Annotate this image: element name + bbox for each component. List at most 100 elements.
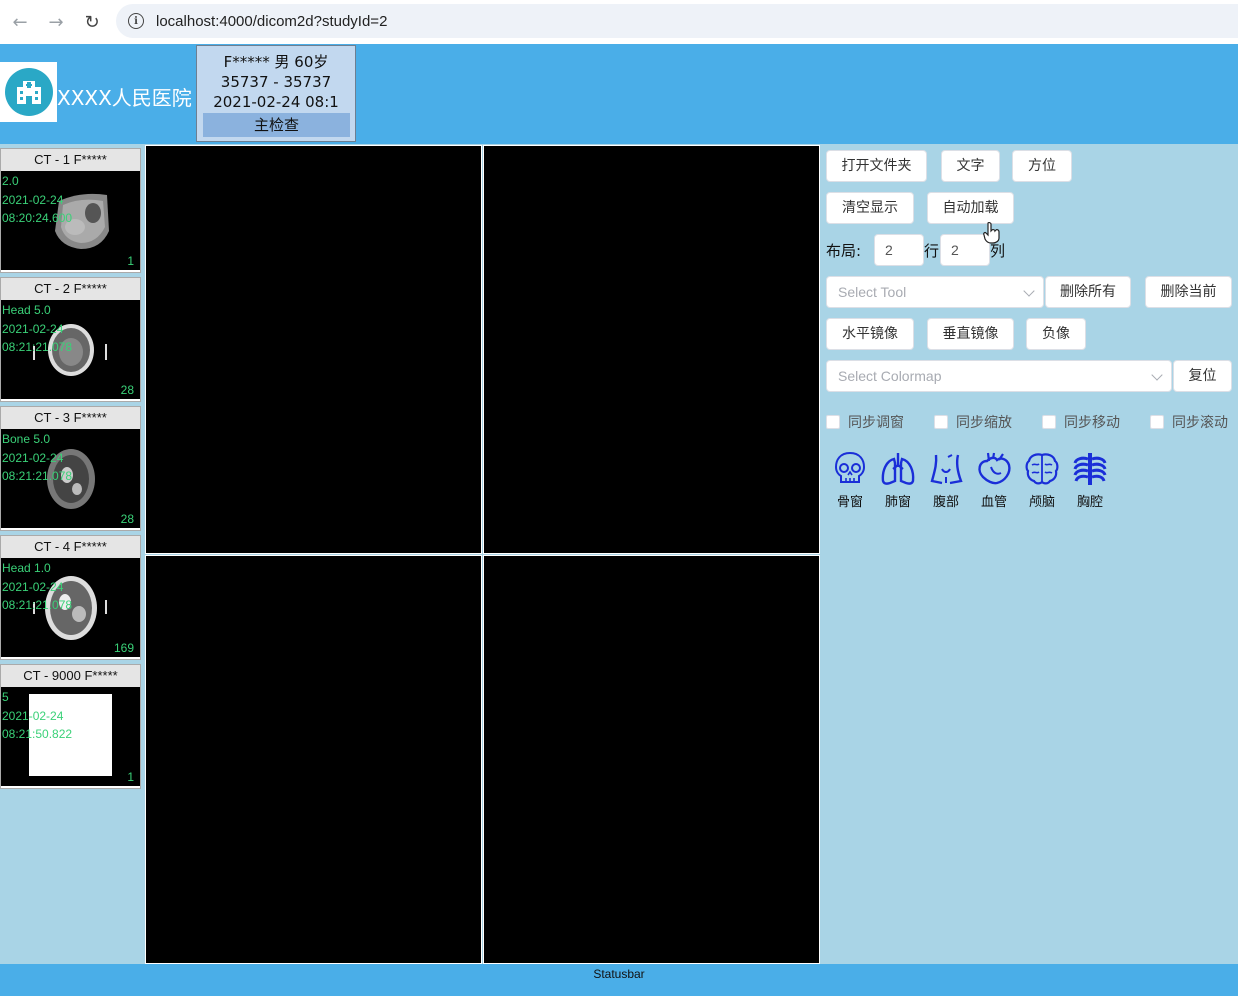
address-bar[interactable]: i localhost:4000/dicom2d?studyId=2 [116,4,1238,38]
control-panel: 打开文件夹 文字 方位 清空显示 自动加载 布局: 2 行 2 列 Select… [820,145,1238,964]
series-date: 2021-02-24 [2,451,64,465]
open-folder-button[interactable]: 打开文件夹 [826,150,927,182]
preset-bone[interactable]: 骨窗 [828,451,872,510]
series-thumbnail[interactable]: Head 1.0 2021-02-24 08:21:21.078 169 [1,558,140,657]
patient-info: F***** 男 60岁 [223,53,329,71]
preset-brain[interactable]: 颅脑 [1020,451,1064,510]
series-date: 2021-02-24 [2,322,64,336]
url-text[interactable]: localhost:4000/dicom2d?studyId=2 [156,13,387,30]
preset-chest[interactable]: 胸腔 [1068,451,1112,510]
series-image-count: 28 [120,383,134,397]
series-item[interactable]: CT - 1 F***** 2.0 2021-02-24 08:20:24.60… [0,148,141,273]
flip-vertical-button[interactable]: 垂直镜像 [927,318,1014,350]
series-item[interactable]: CT - 9000 F***** 5 2021-02-24 08:21:50.8… [0,664,141,789]
heart-icon [978,452,1011,485]
series-description: 5 [2,690,9,704]
sync-pan-option[interactable]: 同步移动 [1042,412,1120,432]
auto-load-button[interactable]: 自动加载 [927,192,1014,224]
back-icon[interactable]: ← [2,4,38,40]
study-datetime: 2021-02-24 08:1 [213,93,339,111]
patient-id: 35737 - 35737 [220,73,332,91]
invert-button[interactable]: 负像 [1026,318,1086,350]
sync-scroll-label: 同步滚动 [1172,415,1228,431]
series-time: 08:21:21.078 [2,340,73,354]
series-description: Bone 5.0 [2,432,51,446]
series-description: Head 1.0 [2,561,51,575]
clear-display-button[interactable]: 清空显示 [826,192,914,224]
sync-window-option[interactable]: 同步调窗 [826,412,904,432]
series-item[interactable]: CT - 3 F***** Bone 5.0 2021-02-24 08:21:… [0,406,141,531]
forward-icon[interactable]: → [38,4,74,40]
series-date: 2021-02-24 [2,580,64,594]
rows-input[interactable]: 2 [874,234,924,266]
preset-abdomen-label: 腹部 [932,495,959,510]
series-thumbnail[interactable]: Head 5.0 2021-02-24 08:21:21.078 28 [1,300,140,399]
series-image-count: 169 [113,641,134,655]
viewport-2[interactable] [483,145,820,554]
preset-vessel-label: 血管 [980,495,1007,510]
flip-horizontal-button[interactable]: 水平镜像 [826,318,914,350]
status-bar: Statusbar [0,964,1238,996]
text-button[interactable]: 文字 [941,150,1000,182]
brain-icon [1025,453,1059,485]
series-date: 2021-02-24 [2,193,64,207]
series-item[interactable]: CT - 4 F***** Head 1.0 2021-02-24 08:21:… [0,535,141,660]
preset-lung[interactable]: 肺窗 [876,451,920,510]
app-header: XXXX人民医院 F***** 男 60岁 35737 - 35737 2021… [0,44,1238,144]
series-thumbnail[interactable]: 2.0 2021-02-24 08:20:24.600 1 [1,171,140,270]
hospital-logo [0,62,57,122]
sync-window-checkbox[interactable] [826,415,840,429]
sync-zoom-checkbox[interactable] [934,415,948,429]
hospital-name: XXXX人民医院 [57,86,192,110]
viewport-grid [145,145,820,964]
series-list: CT - 1 F***** 2.0 2021-02-24 08:20:24.60… [0,146,143,964]
viewport-3[interactable] [145,555,482,964]
sync-pan-checkbox[interactable] [1042,415,1056,429]
abdomen-icon [930,454,963,485]
viewport-4[interactable] [483,555,820,964]
sync-scroll-option[interactable]: 同步滚动 [1150,412,1228,432]
colormap-select[interactable]: Select Colormap [826,360,1172,392]
skull-icon [834,451,866,483]
series-description: 2.0 [2,174,19,188]
series-item[interactable]: CT - 2 F***** Head 5.0 2021-02-24 08:21:… [0,277,141,402]
tool-select[interactable]: Select Tool [826,276,1044,308]
series-image-count: 1 [127,254,134,268]
preset-abdomen[interactable]: 腹部 [924,451,968,510]
layout-label: 布局: [826,242,862,260]
delete-all-button[interactable]: 删除所有 [1045,276,1131,308]
series-title: CT - 4 F***** [1,536,140,558]
series-title: CT - 2 F***** [1,278,140,300]
sync-pan-label: 同步移动 [1064,415,1120,431]
series-thumbnail[interactable]: Bone 5.0 2021-02-24 08:21:21.078 28 [1,429,140,528]
preset-bone-label: 骨窗 [836,495,863,510]
viewport-1[interactable] [145,145,482,554]
series-title: CT - 3 F***** [1,407,140,429]
series-thumbnail[interactable]: 5 2021-02-24 08:21:50.822 1 [1,687,140,786]
sync-zoom-option[interactable]: 同步缩放 [934,412,1012,432]
preset-lung-label: 肺窗 [884,495,911,510]
series-image-count: 1 [127,770,134,784]
sync-zoom-label: 同步缩放 [956,415,1012,431]
series-title: CT - 1 F***** [1,149,140,171]
chevron-down-icon [1023,285,1035,297]
hospital-icon [4,68,53,116]
site-info-icon[interactable]: i [128,13,144,29]
patient-study-card[interactable]: F***** 男 60岁 35737 - 35737 2021-02-24 08… [196,45,356,142]
orientation-button[interactable]: 方位 [1012,150,1072,182]
series-time: 08:21:21.078 [2,469,73,483]
sync-scroll-checkbox[interactable] [1150,415,1164,429]
series-date: 2021-02-24 [2,709,64,723]
preset-chest-label: 胸腔 [1076,495,1103,510]
series-title: CT - 9000 F***** [1,665,140,687]
reload-icon[interactable]: ↻ [74,4,110,40]
chevron-down-icon [1151,369,1163,381]
browser-toolbar: ← → ↻ i localhost:4000/dicom2d?studyId=2 [0,0,1238,44]
reset-button[interactable]: 复位 [1173,360,1232,392]
lungs-icon [881,453,915,485]
series-time: 08:21:21.078 [2,598,73,612]
delete-current-button[interactable]: 删除当前 [1145,276,1232,308]
main-study-tab[interactable]: 主检查 [203,113,350,137]
preset-vessel[interactable]: 血管 [972,451,1016,510]
preset-brain-label: 颅脑 [1028,495,1055,510]
